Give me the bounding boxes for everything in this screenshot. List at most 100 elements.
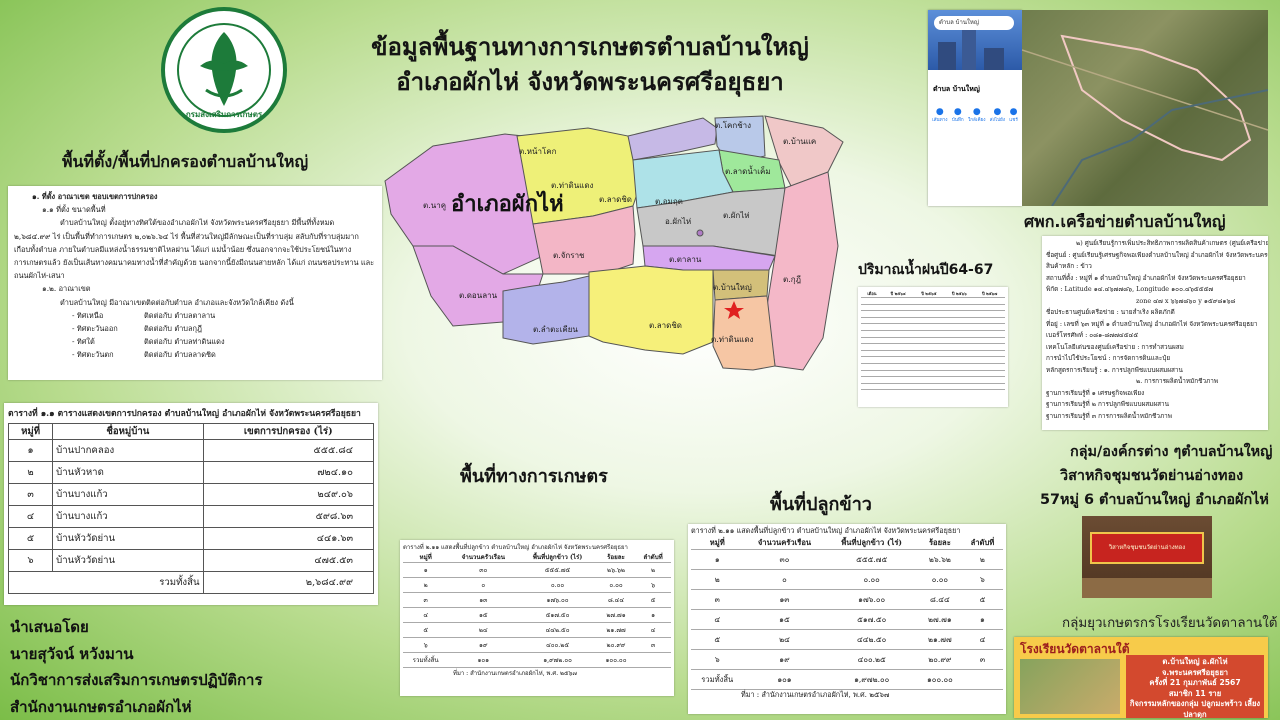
credits-line: นักวิชาการส่งเสริมการเกษตรปฏิบัติการ	[10, 671, 263, 689]
enterprise-banner-text: วิสาหกิจชุมชนวัดย่านอ่างทอง	[1108, 544, 1186, 551]
table-cell: ๘.๔๔	[917, 589, 962, 610]
table-cell: ๔๔๑.๖๓	[202, 527, 375, 550]
map-subdistrict-label: ต.ตาลาน	[669, 255, 702, 264]
maps-action-button[interactable]: ● บันทึก	[952, 107, 964, 124]
rainfall-label: ปริมาณน้ำฝนปี64-67	[858, 262, 994, 278]
subdistrict-boundary	[1060, 34, 1252, 162]
rain-cell	[882, 317, 914, 325]
rain-cell	[861, 297, 883, 305]
rain-cell	[944, 356, 975, 364]
table-cell: ๒๔	[448, 622, 519, 638]
table-cell: ๕๕๕.๘๔	[202, 439, 375, 462]
rain-cell	[882, 310, 914, 318]
agri-table-caption: ตารางที่ ๒.๑๑ แสดงพื้นที่ปลูกข้าว ตำบลบ้…	[403, 544, 628, 551]
credits-line: นายสุวัจน์ หวังมาน	[10, 644, 134, 663]
table-cell: ๒๑.๗๗	[917, 629, 962, 650]
table-header-cell: ลำดับที่	[635, 552, 671, 563]
table-cell: บ้านหัววัดย่าน	[52, 549, 204, 572]
table-cell: ๑	[691, 549, 744, 570]
table-total-label: รวมทั้งสิ้น	[403, 652, 449, 668]
table-cell: ๓	[7, 483, 54, 506]
rain-cell	[944, 383, 975, 391]
maps-place-name: ตำบล บ้านใหญ่	[933, 85, 980, 93]
center-doc-heading: ๒) ศูนย์เรียนรู้การเพิ่มประสิทธิภาพการผล…	[1076, 239, 1268, 247]
center-doc-line: เทคโนโลยีเด่นของศูนย์เครือข่าย : การทำสว…	[1046, 342, 1184, 351]
map-subdistrict-label: ต.บ้านใหญ่	[713, 283, 752, 292]
dept-logo: กรมส่งเสริมการเกษตร	[160, 6, 288, 134]
rain-cell	[882, 304, 914, 312]
rain-cell	[861, 310, 883, 318]
center-doc-line: ฐานการเรียนรู้ที่ ๑ เศรษฐกิจพอเพียง	[1046, 388, 1145, 397]
maps-search-input[interactable]: ตำบล บ้านใหญ่	[934, 16, 1014, 30]
maps-action-button[interactable]: ● เส้นทาง	[932, 107, 947, 124]
table-row: ๖๑๙ ๔๐๐.๒๕ ๒๐.๙๙๓	[403, 637, 671, 653]
map-subdistrict-label: ต.กุฎี	[783, 275, 801, 284]
table-row: ๓๑๓ ๑๗๖.๐๐ ๘.๔๔๕	[691, 589, 1003, 610]
table-cell: ๘.๔๔	[596, 592, 636, 608]
maps-action-button[interactable]: ● ส่งไปยัง	[990, 107, 1005, 124]
rice-table-footnote: ที่มา : สำนักงานเกษตรอำเภอผักไห่, พ.ศ. ๒…	[741, 690, 890, 699]
rain-cell	[944, 330, 975, 338]
table-cell: ๔๐๐.๒๕	[825, 649, 918, 670]
center-document: ๒) ศูนย์เรียนรู้การเพิ่มประสิทธิภาพการผล…	[1042, 236, 1268, 430]
map-subdistrict-label: ต.ลำตะเคียน	[533, 325, 578, 334]
rain-header-cell: เดือน	[861, 290, 883, 298]
rain-cell	[974, 297, 1005, 305]
table-cell: ๔	[635, 622, 671, 638]
groups-label-2: วิสาหกิจชุมชนวัดย่านอ่างทอง	[1060, 468, 1244, 484]
map-subdistrict-label: ต.ลาดชิด	[599, 195, 632, 204]
table-cell: ๒๑.๗๗	[596, 622, 636, 638]
map-subdistrict-label: ต.ผักไห่	[723, 211, 750, 220]
poster-line: ครั้งที่ 21 กุมภาพันธ์ 2567	[1149, 678, 1241, 687]
rain-row	[861, 310, 1005, 318]
location-label: พื้นที่ตั้ง/พื้นที่ปกครองตำบลบ้านใหญ่	[62, 152, 309, 171]
doc-para: การเกษตรแล้ว ยังเป็นเส้นทางคมนาคมทางน้ำท…	[14, 258, 375, 268]
table-cell: ๒๐.๙๙	[917, 649, 962, 670]
subdistrict-map: ต.นาคู ต.หน้าโคก ต.ท่าดินแดง ต.โคกช้าง ต.บ้า…	[383, 106, 845, 378]
table-cell: ๔๔๒.๕๐	[825, 629, 918, 650]
table-row: ๑๓๐ ๕๕๕.๗๕ ๒๖.๖๒๒	[691, 549, 1003, 570]
admin-table-caption: ตารางที่ ๑.๑ ตารางแสดงเขตการปกครอง ตำบลบ…	[8, 409, 361, 419]
table-header-cell: ร้อยละ	[917, 537, 962, 550]
boundary-value: ติดต่อกับ ตำบลท่าดินแดง	[144, 337, 225, 347]
table-row: ๔บ้านบางแก้ว ๕๙๘.๖๓	[7, 505, 375, 528]
maps-action-button[interactable]: ● ใกล้เคียง	[968, 107, 985, 124]
map-subdistrict-label: อ.ผักไห่	[665, 217, 691, 226]
maps-card: ตำบล บ้านใหญ่ ตำบล บ้านใหญ่ ● เส้นทาง ● บัน…	[928, 10, 1022, 206]
table-total-label: รวมทั้งสิ้น	[8, 571, 204, 594]
location-document: ๑. ที่ตั้ง อาณาเขต ขอบเขตการปกครอง ๑.๑ ท…	[8, 186, 382, 380]
rain-cell	[913, 363, 945, 371]
rain-header-cell: ปี ๒๕๖๔	[882, 290, 914, 298]
table-total-value	[961, 669, 1003, 690]
table-total-row: รวมทั้งสิ้น ๑๐๑ ๑,๙๗๒.๐๐ ๑๐๐.๐๐	[403, 652, 671, 668]
doc-para: เกือบทั้งตำบล ภายในตำบลมีแหล่งน้ำธรรมชาต…	[14, 244, 352, 254]
table-cell: ๓	[961, 649, 1003, 670]
rain-row	[861, 323, 1005, 331]
rainfall-table-panel: เดือน ปี ๒๕๖๔ ปี ๒๕๖๕ ปี ๒๕๖๖ ปี ๒๕๖๗	[858, 287, 1008, 407]
table-cell: ๔	[961, 629, 1003, 650]
table-cell: ๑๙	[448, 637, 519, 653]
doc-heading: ๑. ที่ตั้ง อาณาเขต ขอบเขตการปกครอง	[32, 192, 158, 201]
enterprise-photo: วิสาหกิจชุมชนวัดย่านอ่างทอง	[1082, 516, 1212, 598]
table-cell: บ้านบางแก้ว	[52, 505, 204, 528]
groups-label-3: 57หมู่ 6 ตำบลบ้านใหญ่ อำเภอผักไห่	[1040, 492, 1269, 508]
table-row: ๕๒๔ ๔๔๒.๕๐ ๒๑.๗๗๔	[403, 622, 671, 638]
river	[1051, 89, 1268, 206]
rain-cell	[913, 376, 945, 384]
table-cell: ๒๖.๖๒	[917, 549, 962, 570]
table-cell: ๑๕	[743, 609, 826, 630]
rain-cell	[882, 337, 914, 345]
rain-cell	[913, 343, 945, 351]
maps-actions: ● เส้นทาง ● บันทึก ● ใกล้เคียง ● ส่งไปยัง ● แชร์	[928, 103, 1022, 128]
table-header-cell: จำนวนครัวเรือน	[743, 537, 826, 550]
rain-cell	[944, 370, 975, 378]
rain-row	[861, 330, 1005, 338]
maps-action-button[interactable]: ● แชร์	[1009, 107, 1018, 124]
doc-para: ตำบลบ้านใหญ่ มีอาณาเขตติดต่อกับตำบล อำเภ…	[60, 297, 294, 307]
agri-area-label: พื้นที่ทางการเกษตร	[460, 466, 608, 487]
table-cell: ๑	[403, 562, 449, 578]
center-doc-line: ชื่อศูนย์ : ศูนย์เรียนรู้เศรษฐกิจพอเพียง…	[1046, 250, 1268, 259]
rain-cell	[974, 343, 1005, 351]
rain-cell	[944, 310, 975, 318]
school-poster-title: โรงเรียนวัดตาลานใต้	[1020, 642, 1130, 656]
